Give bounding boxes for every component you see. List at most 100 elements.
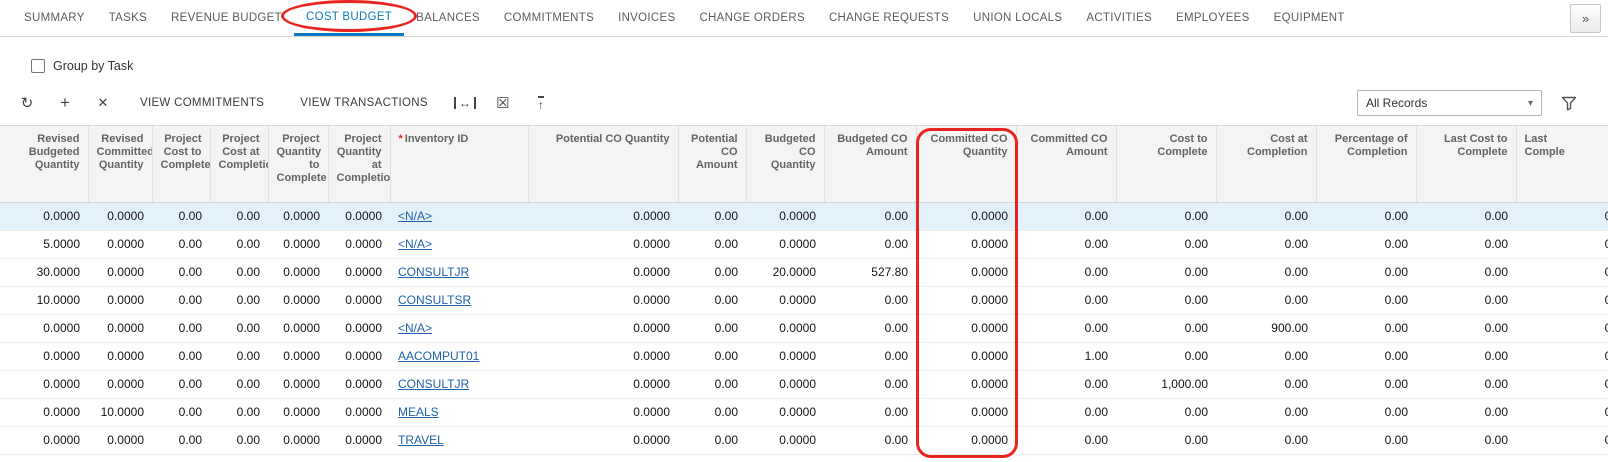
- grid-cell[interactable]: 0.00: [1416, 342, 1516, 370]
- grid-cell[interactable]: 10.0000: [88, 398, 152, 426]
- grid-cell[interactable]: 0.00: [1016, 314, 1116, 342]
- grid-header-committed-co-amount[interactable]: Committed CO Amount: [1016, 126, 1116, 202]
- view-transactions-button[interactable]: VIEW TRANSACTIONS: [286, 89, 442, 117]
- grid-cell[interactable]: 0.00: [1416, 286, 1516, 314]
- grid-cell[interactable]: 0.0000: [328, 202, 390, 230]
- grid-cell[interactable]: 0.0000: [328, 286, 390, 314]
- grid-cell[interactable]: 0.00: [210, 258, 268, 286]
- grid-cell[interactable]: 0.00: [1516, 202, 1608, 230]
- grid-cell[interactable]: 0.0000: [916, 370, 1016, 398]
- grid-cell[interactable]: 1.00: [1016, 342, 1116, 370]
- grid-cell[interactable]: 0.00: [1516, 342, 1608, 370]
- refresh-button[interactable]: ↻: [12, 89, 42, 117]
- inventory-id-link[interactable]: <N/A>: [398, 321, 432, 335]
- grid-cell[interactable]: 0.00: [152, 258, 210, 286]
- grid-cell[interactable]: 0.00: [210, 398, 268, 426]
- grid-cell[interactable]: 0.0000: [0, 202, 88, 230]
- grid-cell[interactable]: 0.00: [152, 426, 210, 454]
- grid-cell[interactable]: TRAVEL: [390, 426, 528, 454]
- grid-cell[interactable]: 5.0000: [0, 230, 88, 258]
- grid-cell[interactable]: 0.00: [1416, 314, 1516, 342]
- grid-cell[interactable]: 0.00: [1016, 398, 1116, 426]
- grid-cell[interactable]: 0.00: [210, 370, 268, 398]
- grid-cell[interactable]: 0.0000: [916, 258, 1016, 286]
- grid-cell[interactable]: 0.00: [678, 314, 746, 342]
- grid-cell[interactable]: 0.0000: [268, 342, 328, 370]
- grid-header-project-quantity-to-complete[interactable]: Project Quantity to Complete: [268, 126, 328, 202]
- grid-cell[interactable]: 0.00: [152, 202, 210, 230]
- grid-cell[interactable]: 0.00: [210, 286, 268, 314]
- grid-cell[interactable]: 0.00: [1516, 286, 1608, 314]
- grid-cell[interactable]: 0.00: [1116, 202, 1216, 230]
- grid-cell[interactable]: 0.0000: [268, 286, 328, 314]
- grid-cell[interactable]: 0.00: [1016, 370, 1116, 398]
- grid-cell[interactable]: 0.00: [1216, 230, 1316, 258]
- grid-cell[interactable]: CONSULTSR: [390, 286, 528, 314]
- grid-cell[interactable]: 0.00: [1116, 426, 1216, 454]
- grid-header-inventory-id[interactable]: *Inventory ID: [390, 126, 528, 202]
- grid-cell[interactable]: 0.00: [678, 258, 746, 286]
- grid-cell[interactable]: 0.0000: [88, 202, 152, 230]
- grid-cell[interactable]: 0.00: [824, 286, 916, 314]
- grid-cell[interactable]: 0.00: [1316, 230, 1416, 258]
- grid-cell[interactable]: 0.00: [1116, 258, 1216, 286]
- grid-cell[interactable]: 0.00: [824, 314, 916, 342]
- grid-cell[interactable]: 0.00: [678, 426, 746, 454]
- grid-cell[interactable]: CONSULTJR: [390, 370, 528, 398]
- grid-cell[interactable]: 0.0000: [268, 202, 328, 230]
- grid-cell[interactable]: 0.00: [678, 286, 746, 314]
- filter-settings-button[interactable]: [1554, 89, 1584, 117]
- grid-cell[interactable]: 0.0000: [528, 426, 678, 454]
- grid-cell[interactable]: 0.0000: [268, 370, 328, 398]
- grid-header-percentage-of-completion[interactable]: Percentage of Completion: [1316, 126, 1416, 202]
- grid-cell[interactable]: 0.0000: [88, 342, 152, 370]
- tab-commitments[interactable]: COMMITMENTS: [492, 0, 606, 36]
- grid-header-cost-to-complete[interactable]: Cost to Complete: [1116, 126, 1216, 202]
- grid-cell[interactable]: 0.0000: [916, 286, 1016, 314]
- inventory-id-link[interactable]: CONSULTJR: [398, 377, 469, 391]
- grid-cell[interactable]: 0.0000: [268, 314, 328, 342]
- grid-cell[interactable]: 0.0000: [328, 342, 390, 370]
- grid-cell[interactable]: 0.00: [152, 314, 210, 342]
- grid-cell[interactable]: 0.0000: [746, 370, 824, 398]
- grid-cell[interactable]: 0.0000: [528, 202, 678, 230]
- inventory-id-link[interactable]: TRAVEL: [398, 433, 444, 447]
- grid-cell[interactable]: 0.0000: [328, 230, 390, 258]
- tab-overflow-button[interactable]: »: [1570, 4, 1601, 33]
- grid-cell[interactable]: 0.00: [1316, 258, 1416, 286]
- grid-cell[interactable]: 0.00: [1316, 426, 1416, 454]
- grid-cell[interactable]: 0.00: [1016, 230, 1116, 258]
- load-records-button[interactable]: ↑: [526, 89, 556, 117]
- tab-revenue-budget[interactable]: REVENUE BUDGET: [159, 0, 294, 36]
- grid-cell[interactable]: 0.0000: [328, 426, 390, 454]
- grid-cell[interactable]: 0.00: [1416, 426, 1516, 454]
- grid-cell[interactable]: 0.00: [678, 370, 746, 398]
- fit-columns-button[interactable]: ↔: [450, 89, 480, 117]
- grid-cell[interactable]: 0.00: [824, 426, 916, 454]
- grid-cell[interactable]: AACOMPUT01: [390, 342, 528, 370]
- grid-cell[interactable]: 0.00: [1316, 398, 1416, 426]
- grid-cell[interactable]: 0.00: [1216, 202, 1316, 230]
- inventory-id-link[interactable]: CONSULTSR: [398, 293, 471, 307]
- grid-cell[interactable]: 0.0000: [746, 314, 824, 342]
- grid-cell[interactable]: 0.0000: [0, 342, 88, 370]
- grid-cell[interactable]: <N/A>: [390, 314, 528, 342]
- grid-cell[interactable]: 0.0000: [916, 230, 1016, 258]
- grid-cell[interactable]: <N/A>: [390, 202, 528, 230]
- grid-cell[interactable]: 0.0000: [916, 202, 1016, 230]
- grid-cell[interactable]: 0.00: [210, 230, 268, 258]
- grid-cell[interactable]: 0.00: [1116, 398, 1216, 426]
- grid-cell[interactable]: 0.0000: [528, 230, 678, 258]
- grid-cell[interactable]: 0.00: [1016, 286, 1116, 314]
- grid-header-project-cost-to-complete[interactable]: Project Cost to Complete: [152, 126, 210, 202]
- grid-header-cost-at-completion[interactable]: Cost at Completion: [1216, 126, 1316, 202]
- tab-cost-budget[interactable]: COST BUDGET: [294, 0, 404, 36]
- grid-cell[interactable]: 0.00: [152, 398, 210, 426]
- delete-row-button[interactable]: ✕: [88, 89, 118, 117]
- grid-cell[interactable]: 0.00: [1516, 314, 1608, 342]
- grid-cell[interactable]: 0.0000: [746, 202, 824, 230]
- grid-header-last-comple[interactable]: Last Comple: [1516, 126, 1608, 202]
- grid-cell[interactable]: 0.0000: [0, 314, 88, 342]
- inventory-id-link[interactable]: AACOMPUT01: [398, 349, 479, 363]
- grid-header-committed-co-quantity[interactable]: Committed CO Quantity: [916, 126, 1016, 202]
